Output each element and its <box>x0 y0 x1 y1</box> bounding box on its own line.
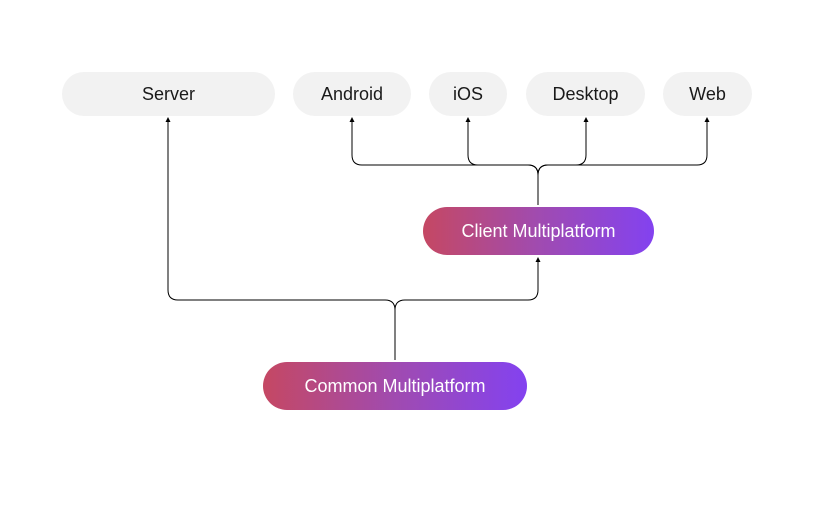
node-label: Common Multiplatform <box>304 376 485 397</box>
node-desktop: Desktop <box>526 72 645 116</box>
node-label: iOS <box>453 84 483 105</box>
node-common-multiplatform: Common Multiplatform <box>263 362 527 410</box>
node-android: Android <box>293 72 411 116</box>
node-server: Server <box>62 72 275 116</box>
node-ios: iOS <box>429 72 507 116</box>
node-web: Web <box>663 72 752 116</box>
node-label: Android <box>321 84 383 105</box>
node-label: Client Multiplatform <box>461 221 615 242</box>
node-label: Desktop <box>552 84 618 105</box>
node-label: Web <box>689 84 726 105</box>
node-client-multiplatform: Client Multiplatform <box>423 207 654 255</box>
node-label: Server <box>142 84 195 105</box>
